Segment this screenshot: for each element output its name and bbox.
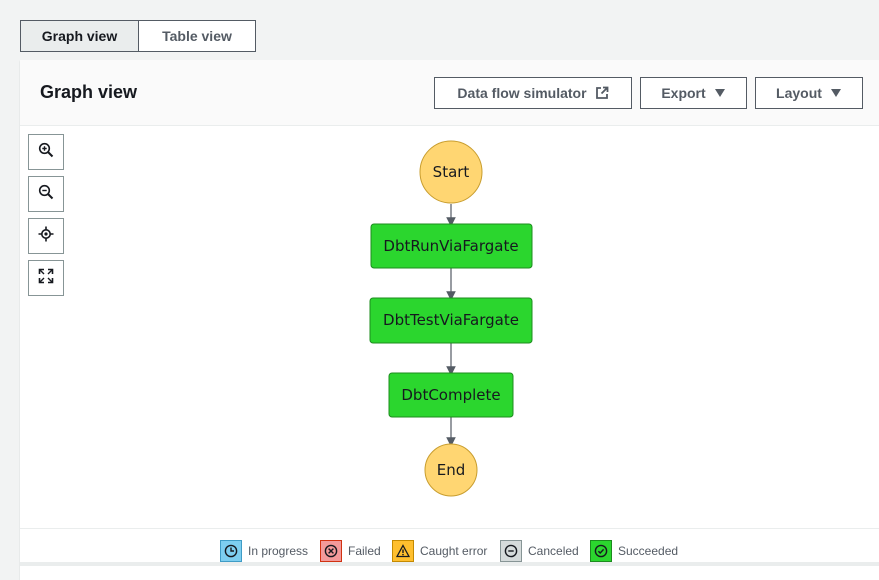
check-circle-icon	[590, 540, 612, 562]
graph-panel: Graph view Data flow simulator Export La…	[20, 60, 879, 580]
x-circle-icon	[320, 540, 342, 562]
caret-down-icon	[714, 88, 726, 98]
warning-icon	[392, 540, 414, 562]
graph-canvas[interactable]: Start DbtRunViaFargate DbtTestViaFargate…	[20, 126, 879, 528]
export-button[interactable]: Export	[640, 77, 747, 109]
clock-icon	[220, 540, 242, 562]
caret-down-icon	[830, 88, 842, 98]
minus-circle-icon	[500, 540, 522, 562]
view-toggle: Graph view Table view	[20, 20, 256, 52]
state-node-dbtrunviafargate[interactable]: DbtRunViaFargate	[370, 223, 533, 269]
panel-title: Graph view	[40, 82, 138, 102]
end-label: End	[437, 461, 466, 479]
legend-label: Failed	[348, 544, 381, 558]
legend-label: Canceled	[528, 544, 579, 558]
legend-caught-error: Caught error	[392, 540, 487, 562]
state-node-dbttestviafargate[interactable]: DbtTestViaFargate	[369, 297, 533, 344]
state-label: DbtRunViaFargate	[383, 237, 518, 255]
legend-label: Succeeded	[618, 544, 679, 558]
graph-view-tab[interactable]: Graph view	[20, 20, 139, 52]
legend-succeeded: Succeeded	[590, 540, 678, 562]
legend-label: In progress	[248, 544, 309, 558]
start-node[interactable]: Start	[419, 140, 483, 204]
layout-button[interactable]: Layout	[755, 77, 863, 109]
start-label: Start	[433, 163, 470, 181]
state-label: DbtTestViaFargate	[383, 311, 519, 329]
panel-header: Graph view Data flow simulator Export La…	[20, 60, 879, 126]
data-flow-simulator-button[interactable]: Data flow simulator	[434, 77, 632, 109]
end-node[interactable]: End	[424, 443, 478, 497]
export-label: Export	[661, 85, 706, 101]
legend-canceled: Canceled	[500, 540, 579, 562]
status-legend: In progress Failed Caught error Canceled…	[20, 528, 879, 566]
panel-bottom-border	[20, 562, 879, 566]
simulator-label: Data flow simulator	[457, 85, 587, 101]
table-view-tab[interactable]: Table view	[139, 20, 256, 52]
state-label: DbtComplete	[401, 386, 500, 404]
state-machine-graph: Start DbtRunViaFargate DbtTestViaFargate…	[369, 140, 533, 497]
layout-label: Layout	[776, 85, 822, 101]
legend-failed: Failed	[320, 540, 381, 562]
state-node-dbtcomplete[interactable]: DbtComplete	[388, 372, 514, 418]
legend-in-progress: In progress	[220, 540, 308, 562]
external-link-icon	[595, 86, 609, 100]
legend-label: Caught error	[420, 544, 488, 558]
